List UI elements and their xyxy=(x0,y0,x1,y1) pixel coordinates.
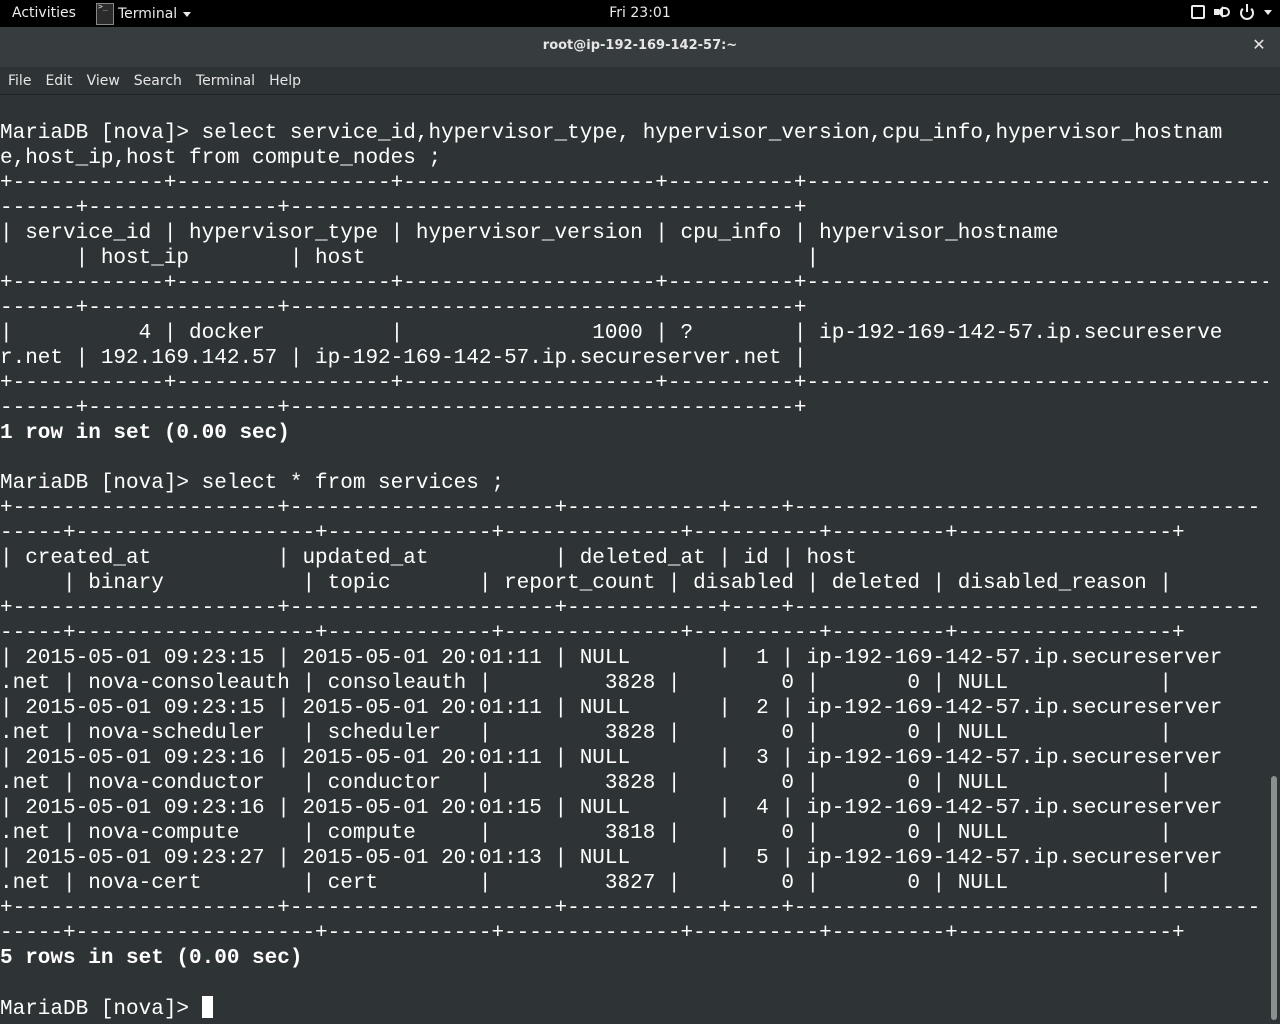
terminal-line: | 2015-05-01 09:23:16 | 2015-05-01 20:01… xyxy=(0,797,1223,820)
window-titlebar: root@ip-192-169-142-57:~ ✕ xyxy=(0,27,1280,67)
clock-container: Fri 23:01 xyxy=(0,5,1280,21)
terminal-line: 1 row in set (0.00 sec) xyxy=(0,422,290,445)
menu-file[interactable]: File xyxy=(1,73,38,89)
screen-icon xyxy=(1191,5,1205,19)
terminal-line: .net | nova-conductor | conductor | 3828… xyxy=(0,772,1172,795)
terminal-line: | service_id | hypervisor_type | hypervi… xyxy=(0,222,1059,245)
system-status-area[interactable] xyxy=(1191,4,1272,20)
power-icon xyxy=(1239,4,1255,20)
scrollbar[interactable] xyxy=(1268,96,1280,1024)
terminal-prompt-line[interactable]: MariaDB [nova]> xyxy=(0,996,1268,1021)
terminal-line: | 2015-05-01 09:23:16 | 2015-05-01 20:01… xyxy=(0,747,1223,770)
activities-button[interactable]: Activities xyxy=(12,5,76,21)
terminal-line: +------------+-----------------+--------… xyxy=(0,272,1268,295)
clock[interactable]: Fri 23:01 xyxy=(609,5,670,21)
menu-view[interactable]: View xyxy=(80,73,127,89)
terminal-line: e,host_ip,host from compute_nodes ; xyxy=(0,147,442,170)
terminal-line: | 2015-05-01 09:23:15 | 2015-05-01 20:01… xyxy=(0,647,1223,670)
terminal-line: | created_at | updated_at | deleted_at |… xyxy=(0,547,857,570)
terminal-line: 5 rows in set (0.00 sec) xyxy=(0,947,303,970)
terminal-line: ------+---------------+-----------------… xyxy=(0,297,807,320)
terminal-cursor xyxy=(201,996,213,1018)
volume-icon xyxy=(1214,4,1230,20)
terminal-output[interactable]: MariaDB [nova]> select service_id,hyperv… xyxy=(0,96,1268,1024)
menu-search[interactable]: Search xyxy=(127,73,189,89)
terminal-line: +------------+-----------------+--------… xyxy=(0,172,1268,195)
chevron-down-icon xyxy=(183,12,192,17)
terminal-line: +---------------------+-----------------… xyxy=(0,597,1261,620)
terminal-line: MariaDB [nova]> select * from services ; xyxy=(0,472,505,495)
terminal-line: +---------------------+-----------------… xyxy=(0,897,1261,920)
app-menu[interactable]: Terminal xyxy=(96,0,192,27)
terminal-line: +---------------------+-----------------… xyxy=(0,497,1261,520)
terminal-line: -----+-------------------+-------------+… xyxy=(0,622,1185,645)
terminal-line: -----+-------------------+-------------+… xyxy=(0,922,1185,945)
terminal-app-icon xyxy=(96,2,114,25)
terminal-line: r.net | 192.169.142.57 | ip-192-169-142-… xyxy=(0,347,807,370)
terminal-line: .net | nova-compute | compute | 3818 | 0… xyxy=(0,822,1172,845)
terminal-line: | 2015-05-01 09:23:15 | 2015-05-01 20:01… xyxy=(0,697,1223,720)
terminal-prompt: MariaDB [nova]> xyxy=(0,998,202,1021)
top-bar: Activities Terminal Fri 23:01 xyxy=(0,0,1280,27)
menu-terminal[interactable]: Terminal xyxy=(189,73,262,89)
menubar: File Edit View Search Terminal Help xyxy=(0,67,1280,95)
terminal-line: ------+---------------+-----------------… xyxy=(0,197,807,220)
terminal-line: | binary | topic | report_count | disabl… xyxy=(0,572,1172,595)
terminal-line: +------------+-----------------+--------… xyxy=(0,372,1268,395)
terminal-line: -----+-------------------+-------------+… xyxy=(0,522,1185,545)
terminal-line: .net | nova-scheduler | scheduler | 3828… xyxy=(0,722,1172,745)
terminal-line: | host_ip | host | xyxy=(0,247,820,270)
terminal-line: .net | nova-consoleauth | consoleauth | … xyxy=(0,672,1172,695)
menu-edit[interactable]: Edit xyxy=(38,73,79,89)
app-menu-label: Terminal xyxy=(118,5,178,22)
terminal-text: MariaDB [nova]> select service_id,hyperv… xyxy=(0,121,1268,1021)
window-title: root@ip-192-169-142-57:~ xyxy=(542,38,738,53)
scrollbar-thumb[interactable] xyxy=(1271,776,1277,1020)
terminal-line: | 2015-05-01 09:23:27 | 2015-05-01 20:01… xyxy=(0,847,1223,870)
terminal-line: MariaDB [nova]> select service_id,hyperv… xyxy=(0,122,1223,145)
menu-help[interactable]: Help xyxy=(262,73,308,89)
close-icon[interactable]: ✕ xyxy=(1250,36,1268,54)
terminal-line: ------+---------------+-----------------… xyxy=(0,397,807,420)
terminal-line: | 4 | docker | 1000 | ? | ip-192-169-142… xyxy=(0,322,1223,345)
terminal-line: .net | nova-cert | cert | 3827 | 0 | 0 |… xyxy=(0,872,1172,895)
chevron-down-icon xyxy=(1264,9,1272,15)
